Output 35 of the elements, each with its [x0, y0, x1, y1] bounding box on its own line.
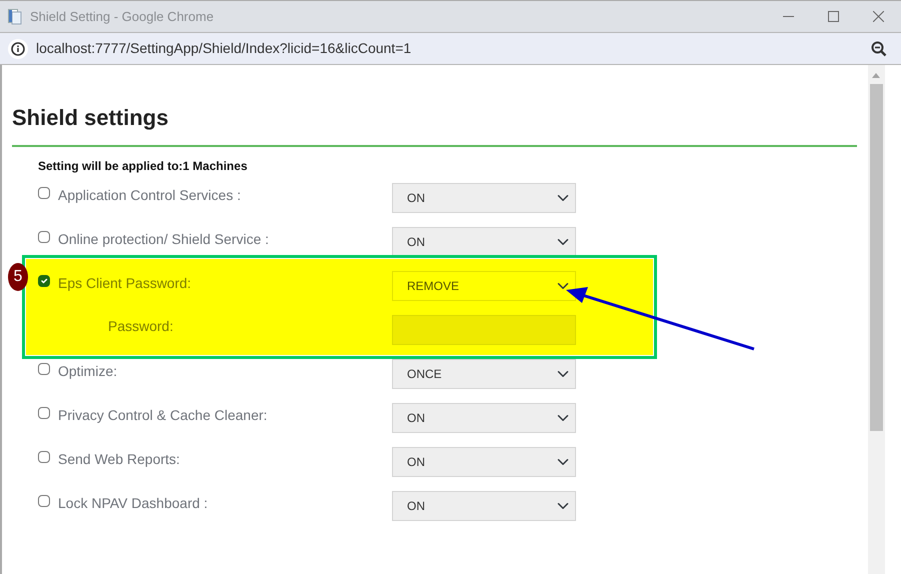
- dropdown[interactable]: ON: [392, 447, 576, 478]
- dropdown[interactable]: ON: [392, 183, 576, 214]
- setting-label: Send Web Reports:: [58, 450, 180, 470]
- maximize-icon: [828, 11, 839, 22]
- dropdown[interactable]: ON: [392, 227, 576, 258]
- zoom-out-icon[interactable]: [871, 40, 887, 56]
- page-heading: Shield settings: [12, 105, 170, 132]
- checkbox[interactable]: [38, 451, 50, 464]
- setting-label: Online protection/ Shield Service :: [58, 230, 269, 250]
- checkbox[interactable]: [38, 407, 50, 420]
- window-title: Shield Setting - Google Chrome: [30, 8, 214, 26]
- close-icon: [873, 11, 884, 22]
- setting-label: Lock NPAV Dashboard :: [58, 494, 208, 514]
- checkbox[interactable]: [38, 363, 50, 376]
- setting-label: Privacy Control & Cache Cleaner:: [58, 406, 268, 426]
- checkbox[interactable]: [38, 495, 50, 508]
- setting-label: Application Control Services :: [58, 186, 241, 206]
- password-field[interactable]: [392, 315, 576, 346]
- step-badge: 5: [8, 263, 28, 292]
- dropdown[interactable]: ON: [392, 491, 576, 522]
- scrollbar-thumb[interactable]: [870, 84, 883, 431]
- password-label: Password:: [108, 318, 174, 334]
- scrollbar[interactable]: [868, 65, 885, 574]
- checkbox[interactable]: [38, 275, 50, 288]
- setting-label: Optimize:: [58, 362, 118, 382]
- applies-to-text: Setting will be applied to:1 Machines: [38, 158, 248, 176]
- checkbox[interactable]: [38, 231, 50, 244]
- checkbox[interactable]: [38, 187, 50, 200]
- dropdown[interactable]: ON: [392, 403, 576, 434]
- setting-label: Eps Client Password:: [58, 274, 192, 294]
- dropdown[interactable]: ONCE: [392, 359, 576, 390]
- minimize-icon: [783, 16, 794, 18]
- dropdown[interactable]: REMOVE: [392, 271, 576, 302]
- info-icon[interactable]: [8, 38, 28, 58]
- page-icon: [8, 8, 22, 24]
